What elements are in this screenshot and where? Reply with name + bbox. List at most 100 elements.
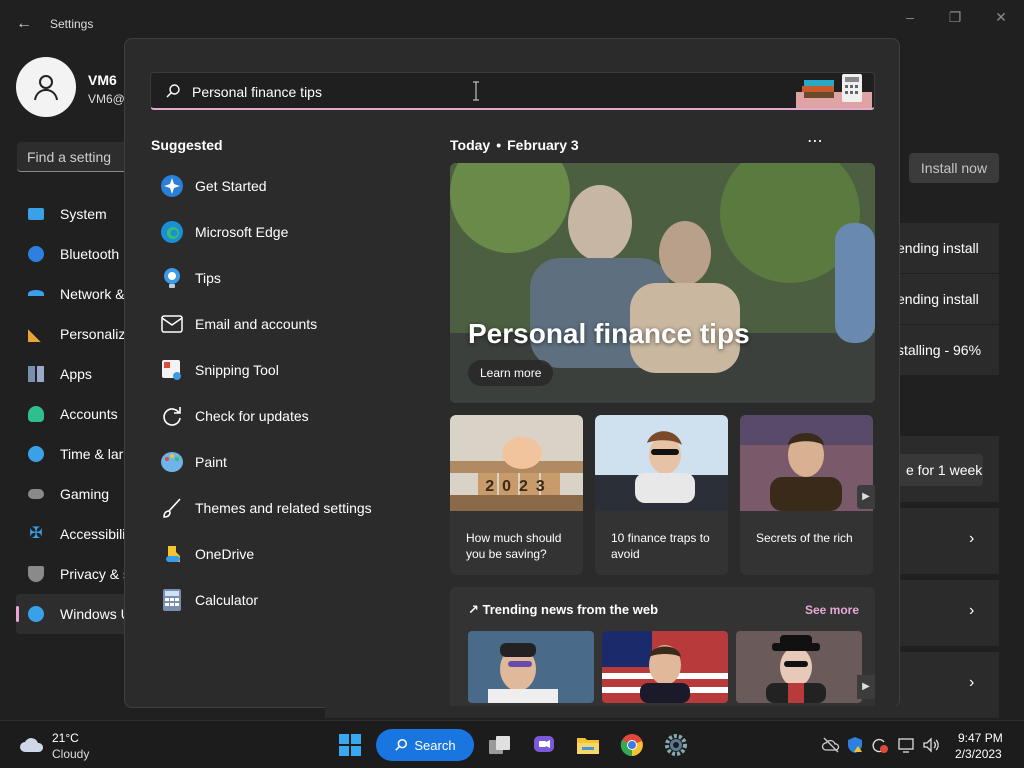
refresh-icon [159,403,185,429]
settings-row-2[interactable] [897,580,999,646]
paint-icon [159,449,185,475]
article-title: Secrets of the rich [756,531,853,545]
minimize-icon[interactable]: – [900,8,920,26]
cloud-offline-icon[interactable] [822,736,840,754]
next-arrow-icon[interactable]: ▶ [857,675,875,699]
suggested-check-updates[interactable]: Check for updates [155,393,415,439]
trending-thumbnail[interactable] [736,631,862,703]
snipping-tool-icon [159,357,185,383]
article-card[interactable]: 2023 How much should you be saving? [450,415,583,575]
chrome-icon[interactable] [616,729,648,761]
onedrive-icon [159,541,185,567]
suggested-paint[interactable]: Paint [155,439,415,485]
article-card[interactable]: Secrets of the rich [740,415,873,575]
suggested-heading: Suggested [151,137,223,153]
avatar[interactable] [16,57,76,117]
update-item-1: ending install [897,223,999,273]
get-started-icon [159,173,185,199]
trending-heading: ↗ Trending news from the web [468,602,659,617]
news-photo-hat [736,631,862,703]
monitor-icon [28,208,44,220]
install-now-button[interactable]: Install now [909,153,999,183]
man-portrait-image [740,415,873,511]
suggested-tips[interactable]: Tips [155,255,415,301]
search-icon [395,738,408,751]
hero-card[interactable]: Personal finance tips Learn more [450,163,875,403]
weather-temperature[interactable]: 21°C [52,731,79,745]
update-item-3: stalling - 96% [897,325,999,375]
see-more-link[interactable]: See more [805,603,859,617]
user-name: VM6 [88,72,117,88]
text-cursor-icon [473,81,479,101]
article-card[interactable]: 10 finance traps to avoid [595,415,728,575]
gamepad-icon [28,489,44,499]
task-view-icon[interactable] [484,729,516,761]
file-explorer-icon[interactable] [572,729,604,761]
mail-icon [159,311,185,337]
calculator-icon [159,587,185,613]
suggested-calculator[interactable]: Calculator [155,577,415,623]
update-alert-icon[interactable] [870,736,888,754]
suggested-microsoft-edge[interactable]: Microsoft Edge [155,209,415,255]
network-icon[interactable] [898,736,916,754]
news-photo-racer [468,631,594,703]
shield-icon [28,566,44,582]
volume-icon[interactable] [922,736,940,754]
year-label: 2023 [485,478,553,495]
suggested-snipping-tool[interactable]: Snipping Tool [155,347,415,393]
accessibility-icon: ✠ [29,525,43,542]
search-input[interactable]: Personal finance tips [192,84,322,100]
clock-icon [28,446,44,462]
clock-time[interactable]: 9:47 PM [958,731,1003,745]
suggested-get-started[interactable]: Get Started [155,163,415,209]
next-arrow-icon[interactable]: ▶ [857,485,875,509]
books-calculator-illustration [796,74,872,108]
edge-icon [159,219,185,245]
hero-title: Personal finance tips [468,318,750,349]
article-title: 10 finance traps to avoid [611,531,710,561]
tips-icon [159,265,185,291]
today-heading: Today • February 3 [450,137,579,153]
bluetooth-icon [28,246,44,262]
suggested-themes[interactable]: Themes and related settings [155,485,415,531]
search-box[interactable]: Personal finance tips [150,72,875,110]
taskbar-search-button[interactable]: Search [376,729,474,761]
suggested-list: Get Started Microsoft Edge Tips Email an… [155,163,415,623]
search-icon [166,84,180,98]
clock-date[interactable]: 2/3/2023 [955,747,1002,761]
update-icon [28,606,44,622]
woman-car-image [595,415,728,511]
window-title: Settings [50,17,94,31]
suggested-email-accounts[interactable]: Email and accounts [155,301,415,347]
trending-news-panel: ↗ Trending news from the web See more ▶ [450,587,875,707]
back-arrow-icon[interactable]: ← [14,14,34,34]
brush-icon [28,326,44,342]
taskbar: 21°C Cloudy Search 9:47 PM 2/3/2023 [0,720,1024,768]
chevron-right-icon: › [969,674,975,691]
maximize-icon[interactable]: ❐ [945,8,965,26]
start-icon[interactable] [334,729,366,761]
settings-row-1[interactable] [897,508,999,574]
brush-icon [159,495,185,521]
search-flyout: Personal finance tips Suggested Get Star… [124,38,900,708]
person-icon [34,75,58,101]
close-icon[interactable]: ✕ [991,8,1011,26]
news-photo-flag [602,631,728,703]
settings-footer-strip [325,706,999,718]
weather-description[interactable]: Cloudy [52,747,89,761]
chat-icon[interactable] [528,729,560,761]
suggested-onedrive[interactable]: OneDrive [155,531,415,577]
more-options-icon[interactable]: ⋯ [807,131,824,151]
security-shield-icon[interactable] [846,736,864,754]
trending-thumbnail[interactable] [602,631,728,703]
apps-icon [28,366,44,382]
piggy-bank-image: 2023 [450,415,583,511]
trending-arrow-icon: ↗ [468,602,483,617]
chevron-right-icon: › [969,530,975,547]
trending-thumbnail[interactable] [468,631,594,703]
pause-updates-button[interactable]: e for 1 week [897,454,983,486]
chevron-right-icon: › [969,602,975,619]
learn-more-button[interactable]: Learn more [468,360,554,386]
cloud-icon[interactable] [19,735,45,753]
settings-gear-icon[interactable] [660,729,692,761]
